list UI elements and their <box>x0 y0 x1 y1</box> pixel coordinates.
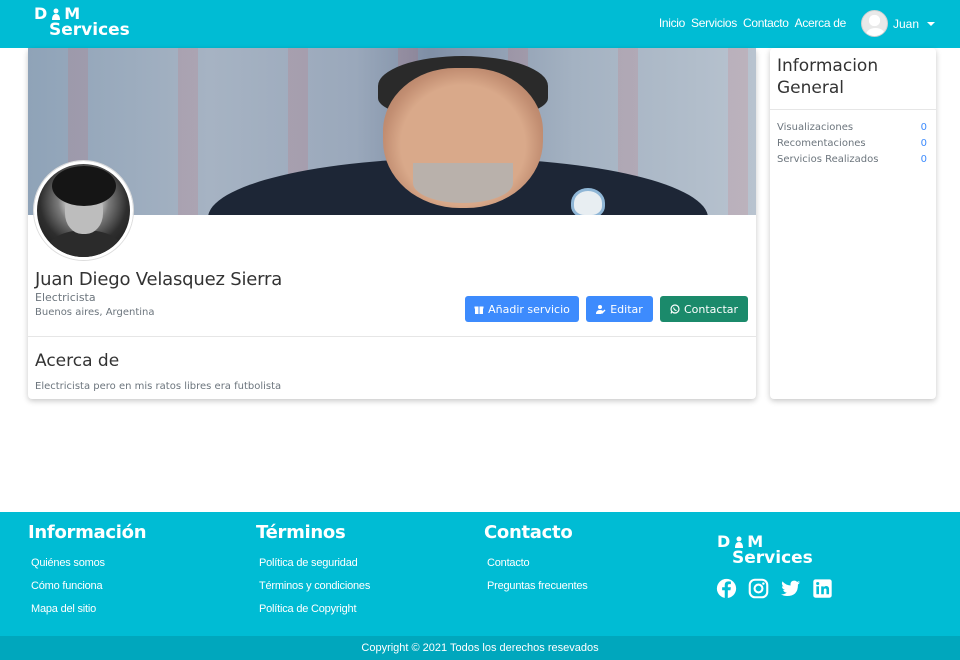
brand-logo[interactable]: D M Services <box>34 6 130 39</box>
footer-terms-column: Términos Política de seguridad Términos … <box>256 522 370 626</box>
linkedin-icon[interactable] <box>812 578 833 599</box>
add-service-button[interactable]: Añadir servicio <box>465 296 579 322</box>
brand-letter-d: D <box>34 4 49 23</box>
whatsapp-icon <box>670 304 680 314</box>
cover-photo <box>28 48 756 215</box>
stat-label: Servicios Realizados <box>777 154 879 165</box>
facebook-icon[interactable] <box>716 578 737 599</box>
footer-link-contacto[interactable]: Contacto <box>487 557 588 571</box>
copyright-bar: Copyright © 2021 Todos los derechos rese… <box>0 636 960 660</box>
footer-link-mapa-sitio[interactable]: Mapa del sitio <box>31 603 146 617</box>
footer-link-politica-copyright[interactable]: Política de Copyright <box>259 603 370 617</box>
nav-acerca-de[interactable]: Acerca de <box>795 16 847 30</box>
edit-button[interactable]: Editar <box>586 296 653 322</box>
user-menu[interactable]: Juan <box>861 10 936 37</box>
footer-terms-title: Términos <box>256 522 346 543</box>
about-text: Electricista pero en mis ratos libres er… <box>35 381 282 392</box>
instagram-icon[interactable] <box>748 578 769 599</box>
caret-down-icon <box>927 21 936 26</box>
social-links <box>716 578 833 599</box>
footer-link-como-funciona[interactable]: Cómo funciona <box>31 580 146 594</box>
add-service-label: Añadir servicio <box>488 302 570 316</box>
brand-services-text: Services <box>49 20 130 40</box>
profile-card: Juan Diego Velasquez Sierra Electricista… <box>28 48 756 399</box>
navbar: D M Services Inicio Servicios Contacto A… <box>0 0 960 48</box>
user-name: Juan <box>893 16 920 31</box>
footer-link-terminos-condiciones[interactable]: Términos y condiciones <box>259 580 370 594</box>
profile-name: Juan Diego Velasquez Sierra <box>35 269 283 290</box>
info-heading: Informacion General <box>777 56 879 98</box>
nav-servicios[interactable]: Servicios <box>691 16 737 30</box>
user-edit-icon <box>596 305 606 314</box>
footer-contact-column: Contacto Contacto Preguntas frecuentes <box>484 522 588 603</box>
edit-label: Editar <box>610 302 643 316</box>
contact-button[interactable]: Contactar <box>660 296 748 322</box>
footer-info-title: Información <box>28 522 147 543</box>
brand-services-text: Services <box>732 548 813 568</box>
profile-photo <box>34 161 133 260</box>
stat-label: Visualizaciones <box>777 122 854 133</box>
stat-value: 0 <box>920 122 927 133</box>
footer: Información Quiénes somos Cómo funciona … <box>0 512 960 636</box>
divider <box>28 336 756 337</box>
twitter-icon[interactable] <box>780 578 801 599</box>
gift-icon <box>474 306 484 314</box>
stat-row: Recomentaciones 0 <box>777 138 927 149</box>
stat-value: 0 <box>920 154 927 165</box>
footer-contact-title: Contacto <box>484 522 573 543</box>
stat-label: Recomentaciones <box>777 138 866 149</box>
person-pin-icon <box>52 8 61 20</box>
user-avatar <box>861 10 888 37</box>
profile-location: Buenos aires, Argentina <box>35 307 155 318</box>
brand-letter-d: D <box>717 532 732 551</box>
nav-links: Inicio Servicios Contacto Acerca de <box>659 16 846 30</box>
person-pin-icon <box>735 536 744 548</box>
nav-inicio[interactable]: Inicio <box>659 16 686 30</box>
footer-link-politica-seguridad[interactable]: Política de seguridad <box>259 557 370 571</box>
footer-brand-logo[interactable]: D M Services <box>717 534 813 567</box>
about-heading: Acerca de <box>35 351 120 371</box>
info-card: Informacion General Visualizaciones 0 Re… <box>770 48 936 399</box>
footer-link-quienes-somos[interactable]: Quiénes somos <box>31 557 146 571</box>
stat-row: Visualizaciones 0 <box>777 122 927 133</box>
stat-row: Servicios Realizados 0 <box>777 154 927 165</box>
stat-value: 0 <box>920 138 927 149</box>
nav-contacto[interactable]: Contacto <box>743 16 789 30</box>
contact-label: Contactar <box>683 302 739 316</box>
footer-link-preguntas-frecuentes[interactable]: Preguntas frecuentes <box>487 580 588 594</box>
footer-info-column: Información Quiénes somos Cómo funciona … <box>28 522 147 626</box>
profile-occupation: Electricista <box>35 291 96 304</box>
divider <box>770 109 936 110</box>
